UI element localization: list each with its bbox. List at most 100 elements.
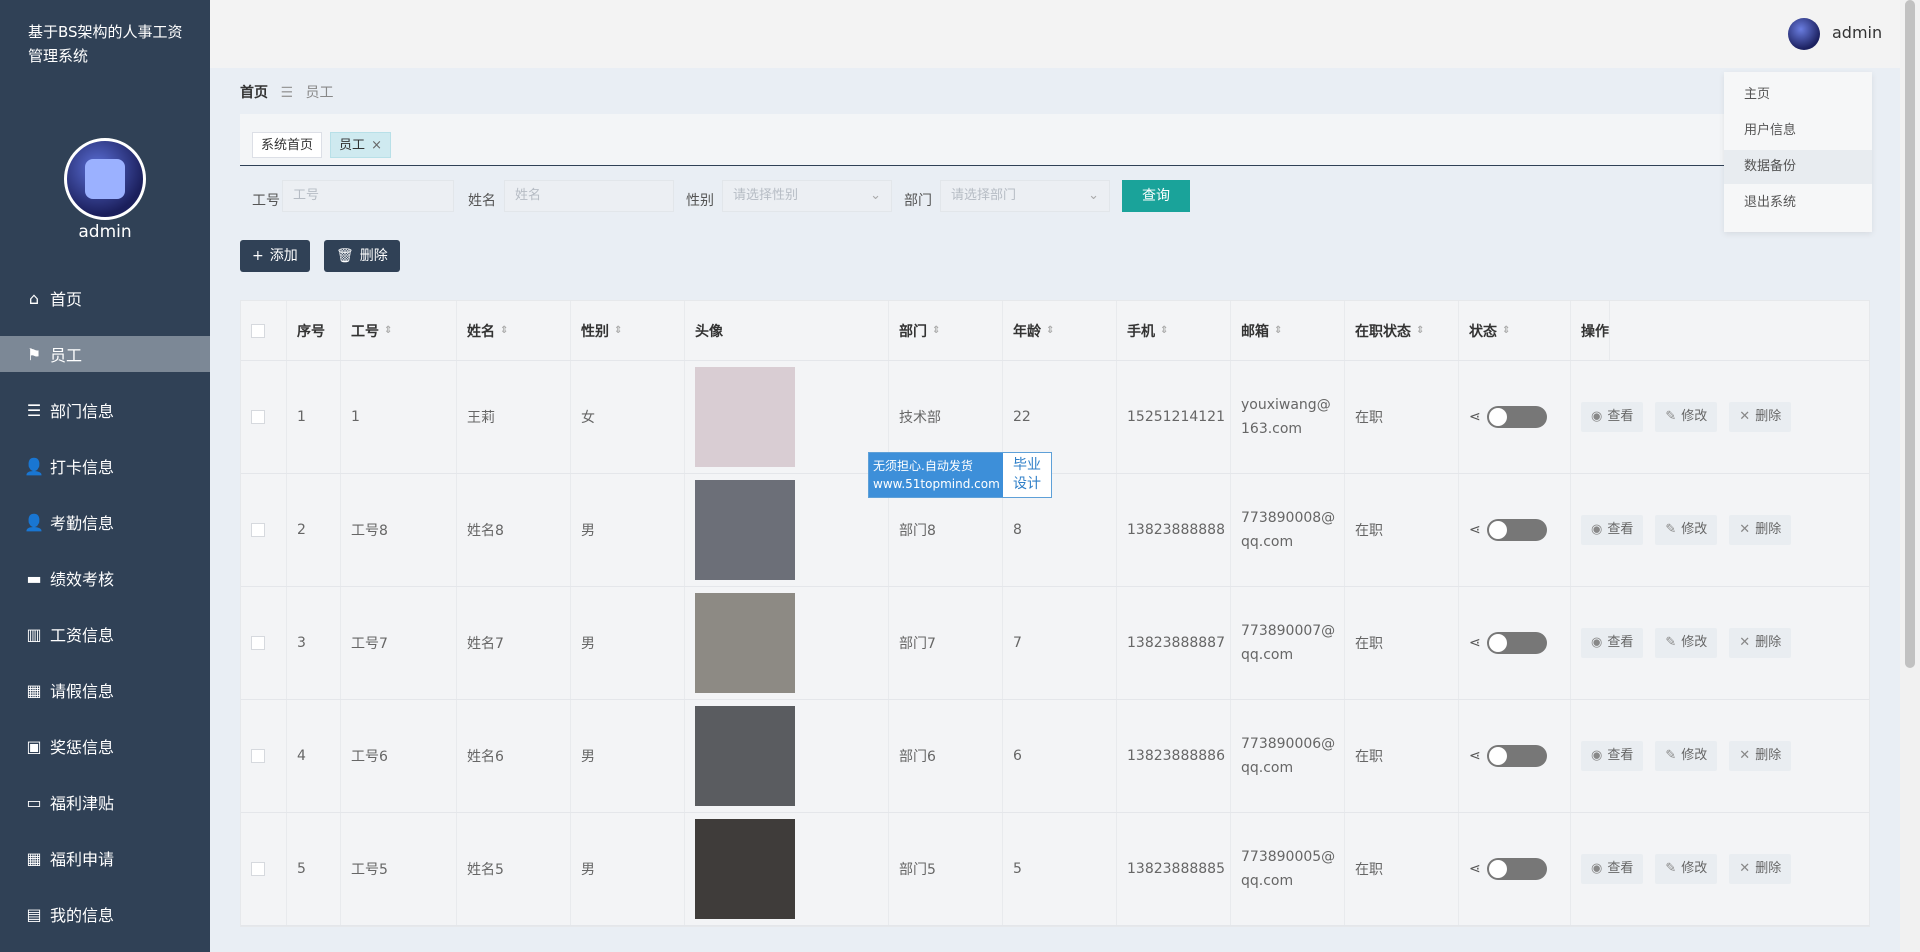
sidebar-item-7[interactable]: ▦ 请假信息	[0, 662, 210, 718]
edit-button[interactable]: ✎ 修改	[1655, 854, 1718, 884]
edit-button[interactable]: ✎ 修改	[1655, 515, 1718, 545]
column-header-8[interactable]: 邮箱 ⇕	[1231, 301, 1345, 360]
column-header-1[interactable]: 工号 ⇕	[341, 301, 457, 360]
watermark-line2: www.51topmind.com	[873, 477, 1000, 491]
sidebar-item-11[interactable]: ▤ 我的信息	[0, 886, 210, 942]
sort-icon[interactable]: ⇕	[384, 325, 392, 336]
cell-dept: 部门7	[889, 587, 1003, 699]
dropdown-item-3[interactable]: 退出系统	[1724, 186, 1872, 220]
view-button[interactable]: ◉ 查看	[1581, 741, 1644, 771]
column-header-9[interactable]: 在职状态 ⇕	[1345, 301, 1459, 360]
header-username[interactable]: admin	[1832, 23, 1882, 42]
status-toggle[interactable]	[1486, 632, 1547, 654]
cell-actions: ◉ 查看 ✎ 修改 ✕ 删除	[1571, 587, 1803, 699]
search-label-dept: 部门	[904, 193, 932, 209]
cell-no: 4	[287, 700, 341, 812]
sort-icon[interactable]: ⇕	[1046, 325, 1054, 336]
sidebar-username: admin	[78, 222, 132, 242]
sidebar-item-0[interactable]: ⌂ 首页	[0, 270, 210, 326]
cell-name: 姓名5	[457, 813, 571, 925]
sidebar-item-8[interactable]: ▣ 奖惩信息	[0, 718, 210, 774]
search-select-dept-placeholder: 请选择部门	[951, 188, 1017, 203]
column-header-6[interactable]: 年龄 ⇕	[1003, 301, 1117, 360]
sidebar-item-6[interactable]: ▥ 工资信息	[0, 606, 210, 662]
row-checkbox[interactable]	[251, 636, 265, 650]
search-select-dept[interactable]: 请选择部门 ⌄	[940, 180, 1110, 212]
add-button-label: 添加	[269, 248, 298, 264]
status-toggle[interactable]	[1486, 858, 1547, 880]
sort-icon[interactable]: ⇕	[1274, 325, 1282, 336]
search-select-gender[interactable]: 请选择性别 ⌄	[722, 180, 892, 212]
row-checkbox[interactable]	[251, 862, 265, 876]
edit-button[interactable]: ✎ 修改	[1655, 628, 1718, 658]
sidebar-item-2[interactable]: ☰ 部门信息	[0, 382, 210, 438]
sidebar-item-3[interactable]: 👤 打卡信息	[0, 438, 210, 494]
delete-button[interactable]: ✕ 删除	[1729, 515, 1792, 545]
dropdown-item-0[interactable]: 主页	[1724, 78, 1872, 112]
sort-icon[interactable]: ⇕	[1416, 325, 1424, 336]
sidebar-item-1[interactable]: ⚑ 员工	[0, 336, 210, 372]
sidebar-item-4[interactable]: 👤 考勤信息	[0, 494, 210, 550]
home-icon: ⌂	[28, 288, 40, 308]
column-header-5[interactable]: 部门 ⇕	[889, 301, 1003, 360]
tag-employee[interactable]: 员工 ×	[330, 132, 392, 158]
dropdown-item-2[interactable]: 数据备份	[1724, 150, 1872, 184]
page-scrollbar[interactable]	[1900, 0, 1920, 952]
cell-status: 在职	[1345, 361, 1459, 473]
delete-button[interactable]: ✕ 删除	[1729, 854, 1792, 884]
tag-system-home[interactable]: 系统首页	[252, 132, 323, 158]
sort-icon[interactable]: ⇕	[1502, 325, 1510, 336]
query-button[interactable]: 查询	[1122, 180, 1190, 212]
view-button[interactable]: ◉ 查看	[1581, 402, 1644, 432]
sidebar-item-9[interactable]: ▭ 福利津贴	[0, 774, 210, 830]
sort-icon[interactable]: ⇕	[500, 325, 508, 336]
view-button[interactable]: ◉ 查看	[1581, 515, 1644, 545]
email-line: 773890008@	[1241, 510, 1336, 526]
cell-phone: 15251214121	[1117, 361, 1231, 473]
delete-button[interactable]: ✕ 删除	[1729, 402, 1792, 432]
cell-avatar	[685, 813, 889, 925]
edit-button[interactable]: ✎ 修改	[1655, 402, 1718, 432]
row-checkbox[interactable]	[251, 523, 265, 537]
column-header-3[interactable]: 性别 ⇕	[571, 301, 685, 360]
delete-button-label: 删除	[1755, 522, 1782, 537]
sidebar-item-5[interactable]: ▬ 绩效考核	[0, 550, 210, 606]
dropdown-item-1[interactable]: 用户信息	[1724, 114, 1872, 148]
cell-actions: ◉ 查看 ✎ 修改 ✕ 删除	[1571, 361, 1803, 473]
view-button[interactable]: ◉ 查看	[1581, 854, 1644, 884]
close-icon: ✕	[1739, 635, 1751, 650]
sidebar-menu: ⌂ 首页 ⚑ 员工 ☰ 部门信息 👤 打卡信息 👤 考勤信息 ▬ 绩效考核 ▥ 工资信息 ▦ 请假信息 ▣ 奖惩信…	[0, 270, 210, 942]
search-input-name[interactable]: 姓名	[504, 180, 674, 212]
row-checkbox[interactable]	[251, 410, 265, 424]
add-button[interactable]: + 添加	[240, 240, 310, 272]
close-icon[interactable]: ×	[371, 138, 382, 153]
sidebar-item-10[interactable]: ▦ 福利申请	[0, 830, 210, 886]
column-header-label: 工号	[351, 323, 379, 340]
display-icon: ▭	[26, 792, 42, 812]
scrollbar-thumb[interactable]	[1905, 0, 1915, 668]
status-toggle[interactable]	[1486, 406, 1547, 428]
select-all-checkbox[interactable]	[251, 323, 265, 338]
sort-icon[interactable]: ⇕	[614, 325, 622, 336]
close-icon: ✕	[1739, 748, 1751, 763]
status-toggle[interactable]	[1486, 745, 1547, 767]
email-line: 773890006@	[1241, 736, 1336, 752]
breadcrumb-home[interactable]: 首页	[240, 85, 268, 101]
cell-gender: 男	[571, 587, 685, 699]
column-header-10[interactable]: 状态 ⇕	[1459, 301, 1571, 360]
delete-button[interactable]: ✕ 删除	[1729, 628, 1792, 658]
row-checkbox[interactable]	[251, 749, 265, 763]
search-input-id[interactable]: 工号	[282, 180, 454, 212]
delete-button[interactable]: 🗑 删除	[324, 240, 400, 272]
sort-icon[interactable]: ⇕	[1160, 325, 1168, 336]
column-header-7[interactable]: 手机 ⇕	[1117, 301, 1231, 360]
view-button[interactable]: ◉ 查看	[1581, 628, 1644, 658]
cell-id: 工号5	[341, 813, 457, 925]
header-avatar[interactable]	[1788, 18, 1820, 50]
column-header-2[interactable]: 姓名 ⇕	[457, 301, 571, 360]
sort-icon[interactable]: ⇕	[932, 325, 940, 336]
edit-button[interactable]: ✎ 修改	[1655, 741, 1718, 771]
status-toggle[interactable]	[1486, 519, 1547, 541]
email-line: qq.com	[1241, 760, 1294, 776]
delete-button[interactable]: ✕ 删除	[1729, 741, 1792, 771]
